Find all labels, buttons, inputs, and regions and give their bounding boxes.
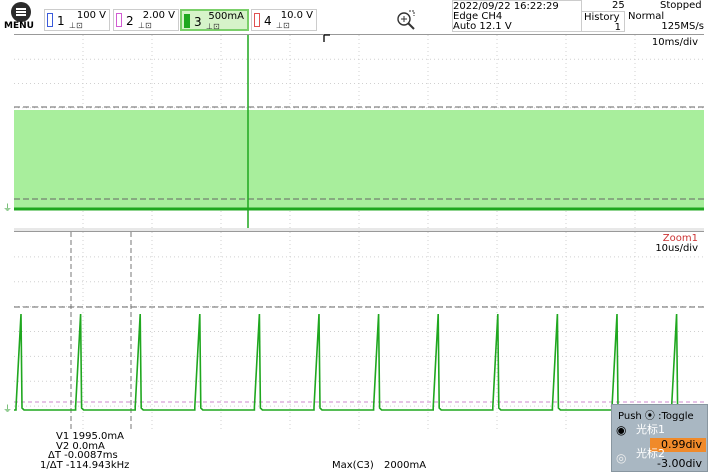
acq-count: 25	[612, 0, 625, 11]
menu-button[interactable]: MENU	[0, 0, 40, 32]
trigger-info-panel[interactable]: 2022/09/22 16:22:29 Edge CH4 Auto 12.1 V	[452, 0, 582, 32]
sample-rate: 125MS/s	[661, 21, 704, 32]
knob-icon: ◎	[616, 451, 627, 465]
zoom-icon[interactable]	[395, 9, 417, 31]
channel-3-box[interactable]: 3 500mA ⊥⊡	[180, 9, 249, 31]
cursor-toggle-panel[interactable]: Push ⦿ :Toggle ◉ 光标1 0.99div ◎ 光标2 -3.00…	[611, 404, 708, 472]
cursor-2-value: -3.00div	[656, 457, 702, 470]
acq-mode-box[interactable]: Normal 125MS/s	[628, 11, 706, 32]
trigger-position-icon	[323, 34, 330, 42]
channel-1-swatch	[47, 13, 53, 27]
coupling-icon: ⊥⊡	[138, 21, 152, 30]
measurement-name: Max(C3)	[332, 460, 374, 471]
channel-2-swatch	[116, 13, 122, 27]
channel-4-number: 4	[264, 14, 272, 28]
channel-1-number: 1	[57, 14, 65, 28]
knob-icon: ◉	[616, 423, 627, 437]
cursor-inv-dt: 1/ΔT -114.943kHz	[40, 460, 130, 471]
ground-marker-icon: ⏚	[3, 405, 13, 415]
channel-3-scale: 500mA	[208, 11, 244, 22]
coupling-icon: ⊥⊡	[276, 21, 290, 30]
menu-label: MENU	[4, 21, 34, 31]
channel-2-box[interactable]: 2 2.00 V ⊥⊡	[113, 9, 179, 31]
channel-3-swatch	[184, 14, 190, 28]
cursor-1-row[interactable]: ◉ 光标1 0.99div	[614, 421, 706, 452]
menu-icon	[11, 2, 31, 22]
measurement-value: 2000mA	[384, 460, 427, 471]
cursor-1-label: 光标1	[636, 423, 665, 436]
zoom-waveform-plot[interactable]: Zoom1 10us/div	[14, 231, 704, 431]
coupling-icon: ⊥⊡	[69, 21, 83, 30]
acq-mode: Normal	[628, 11, 665, 22]
history-value: 1	[614, 22, 621, 33]
channel-3-number: 3	[194, 15, 202, 29]
ground-marker-icon: ⏚	[3, 204, 13, 214]
main-timebase: 10ms/div	[651, 37, 698, 48]
channel-1-scale: 100 V	[76, 10, 106, 21]
acq-state: Stopped	[660, 0, 702, 11]
channel-1-box[interactable]: 1 100 V ⊥⊡	[44, 9, 110, 31]
history-box[interactable]: History 1	[581, 11, 625, 33]
cursor-2-row[interactable]: ◎ 光标2 -3.00div	[614, 447, 706, 470]
channel-4-swatch	[254, 13, 260, 27]
zoom-timebase: 10us/div	[655, 243, 698, 254]
main-waveform-plot[interactable]: 10ms/div	[14, 34, 704, 229]
waveform-envelope	[14, 110, 704, 208]
toggle-title: Push ⦿ :Toggle	[618, 411, 694, 422]
trigger-level: Auto 12.1 V	[453, 21, 512, 32]
channel-4-box[interactable]: 4 10.0 V ⊥⊡	[251, 9, 317, 31]
channel-4-scale: 10.0 V	[280, 10, 313, 21]
coupling-icon: ⊥⊡	[206, 22, 220, 31]
channel-2-scale: 2.00 V	[142, 10, 175, 21]
channel-2-number: 2	[126, 14, 134, 28]
